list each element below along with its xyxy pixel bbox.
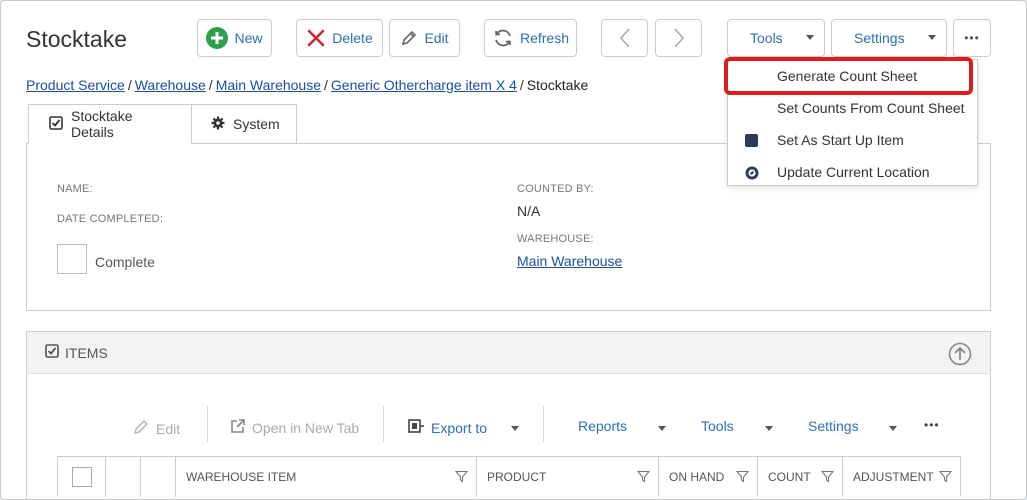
counted-by-value: N/A <box>517 203 541 219</box>
filter-icon[interactable] <box>820 470 835 486</box>
checkbox-checked-icon <box>49 115 63 133</box>
caret-down-icon <box>511 426 519 431</box>
refresh-button[interactable]: Refresh <box>484 19 577 57</box>
breadcrumb-link-item[interactable]: Generic Othercharge item X 4 <box>331 77 517 93</box>
caret-down-icon <box>806 35 814 40</box>
items-title: ITEMS <box>65 344 108 361</box>
caret-down-icon <box>765 426 773 431</box>
menu-item-update-current-location[interactable]: Update Current Location <box>728 156 977 188</box>
more-button[interactable]: ••• <box>953 19 991 57</box>
pencil-icon <box>400 29 418 47</box>
edit-button[interactable]: Edit <box>389 19 460 57</box>
warehouse-link[interactable]: Main Warehouse <box>517 253 622 269</box>
column-header-on-hand[interactable]: ON HAND <box>659 457 758 497</box>
caret-down-icon <box>928 35 936 40</box>
items-settings-dropdown[interactable]: Settings <box>808 418 859 434</box>
edit-button-label: Edit <box>424 30 449 46</box>
previous-button[interactable] <box>601 19 648 57</box>
items-edit-button[interactable]: Edit <box>132 418 180 439</box>
delete-x-icon <box>306 28 326 48</box>
compass-icon <box>745 166 759 183</box>
toolbar-divider <box>543 406 544 442</box>
select-all-cell <box>58 457 106 497</box>
more-icon: ••• <box>924 418 940 432</box>
select-all-checkbox[interactable] <box>71 467 92 487</box>
breadcrumb-link-product-service[interactable]: Product Service <box>26 77 125 93</box>
caret-down-icon <box>658 426 666 431</box>
items-settings-label: Settings <box>808 418 859 434</box>
refresh-icon <box>492 27 514 49</box>
date-completed-label: DATE COMPLETED: <box>57 213 164 225</box>
toolbar-divider <box>207 406 208 442</box>
items-tools-label: Tools <box>701 418 734 434</box>
open-new-tab-button[interactable]: Open in New Tab <box>230 418 359 437</box>
column-header-product[interactable]: PRODUCT <box>477 457 659 497</box>
breadcrumb-link-warehouse[interactable]: Warehouse <box>135 77 206 93</box>
breadcrumb: Product Service / Warehouse / Main Warehouse… <box>26 77 589 93</box>
toolbar-divider <box>383 406 384 442</box>
breadcrumb-link-main-warehouse[interactable]: Main Warehouse <box>216 77 321 93</box>
new-button-label: New <box>234 30 263 46</box>
filter-icon[interactable] <box>454 470 469 486</box>
app-window: Stocktake New Delete Edit Refresh Tools … <box>0 0 1027 500</box>
warehouse-label: WAREHOUSE: <box>517 233 594 245</box>
checkbox-checked-icon <box>45 344 59 361</box>
plus-circle-icon <box>206 27 229 49</box>
chevron-right-icon <box>672 27 686 49</box>
export-to-label: Export to <box>431 419 488 436</box>
square-icon <box>745 134 758 150</box>
grid-spacer-column <box>141 457 176 497</box>
tab-system[interactable]: System <box>191 104 297 144</box>
name-label: NAME: <box>57 183 93 195</box>
export-icon <box>408 418 425 437</box>
new-button[interactable]: New <box>197 19 272 57</box>
items-panel: ITEMS Edit Open in New Tab Export to Rep… <box>26 331 991 499</box>
open-new-tab-label: Open in New Tab <box>252 419 360 436</box>
complete-checkbox[interactable] <box>57 244 87 274</box>
items-more-button[interactable]: ••• <box>924 418 940 432</box>
counted-by-label: COUNTED BY: <box>517 183 594 195</box>
tools-button-label: Tools <box>750 30 783 46</box>
tab-label: System <box>233 116 280 132</box>
delete-button-label: Delete <box>332 30 373 46</box>
collapse-up-icon[interactable] <box>948 342 972 366</box>
settings-dropdown-button[interactable]: Settings <box>831 19 947 57</box>
items-grid-header: WAREHOUSE ITEM PRODUCT ON HAND COUNT ADJ… <box>57 456 961 497</box>
export-to-button[interactable]: Export to <box>408 418 487 437</box>
items-edit-label: Edit <box>156 420 181 437</box>
filter-icon[interactable] <box>636 470 651 486</box>
page-title: Stocktake <box>26 26 127 52</box>
items-tools-dropdown[interactable]: Tools <box>701 418 734 434</box>
tab-label: Stocktake Details <box>71 108 133 140</box>
external-link-icon <box>230 418 246 437</box>
delete-button[interactable]: Delete <box>296 19 383 57</box>
menu-item-set-as-start-up-item[interactable]: Set As Start Up Item <box>728 124 977 156</box>
next-button[interactable] <box>655 19 702 57</box>
menu-item-set-counts-from-count-sheet[interactable]: Set Counts From Count Sheet <box>728 92 977 124</box>
complete-label: Complete <box>95 254 155 270</box>
menu-item-generate-count-sheet[interactable]: Generate Count Sheet <box>728 60 977 92</box>
filter-icon[interactable] <box>938 470 953 486</box>
tools-dropdown-menu: Generate Count Sheet Set Counts From Cou… <box>727 59 978 186</box>
filter-icon[interactable] <box>735 470 750 486</box>
tools-dropdown-button[interactable]: Tools <box>727 19 825 57</box>
reports-dropdown[interactable]: Reports <box>578 418 627 434</box>
breadcrumb-current: Stocktake <box>526 77 589 93</box>
column-header-adjustment[interactable]: ADJUSTMENT <box>843 457 960 497</box>
chevron-left-icon <box>618 27 632 49</box>
column-header-count[interactable]: COUNT <box>758 457 843 497</box>
pencil-icon <box>132 418 150 439</box>
gear-icon <box>211 116 225 133</box>
more-icon: ••• <box>964 31 980 45</box>
caret-down-icon <box>889 426 897 431</box>
column-header-warehouse-item[interactable]: WAREHOUSE ITEM <box>176 457 477 497</box>
refresh-button-label: Refresh <box>519 30 570 46</box>
items-header[interactable]: ITEMS <box>27 332 990 374</box>
grid-spacer-column <box>106 457 141 497</box>
reports-label: Reports <box>578 418 628 434</box>
tab-stocktake-details[interactable]: Stocktake Details <box>28 104 192 144</box>
settings-button-label: Settings <box>854 30 905 46</box>
